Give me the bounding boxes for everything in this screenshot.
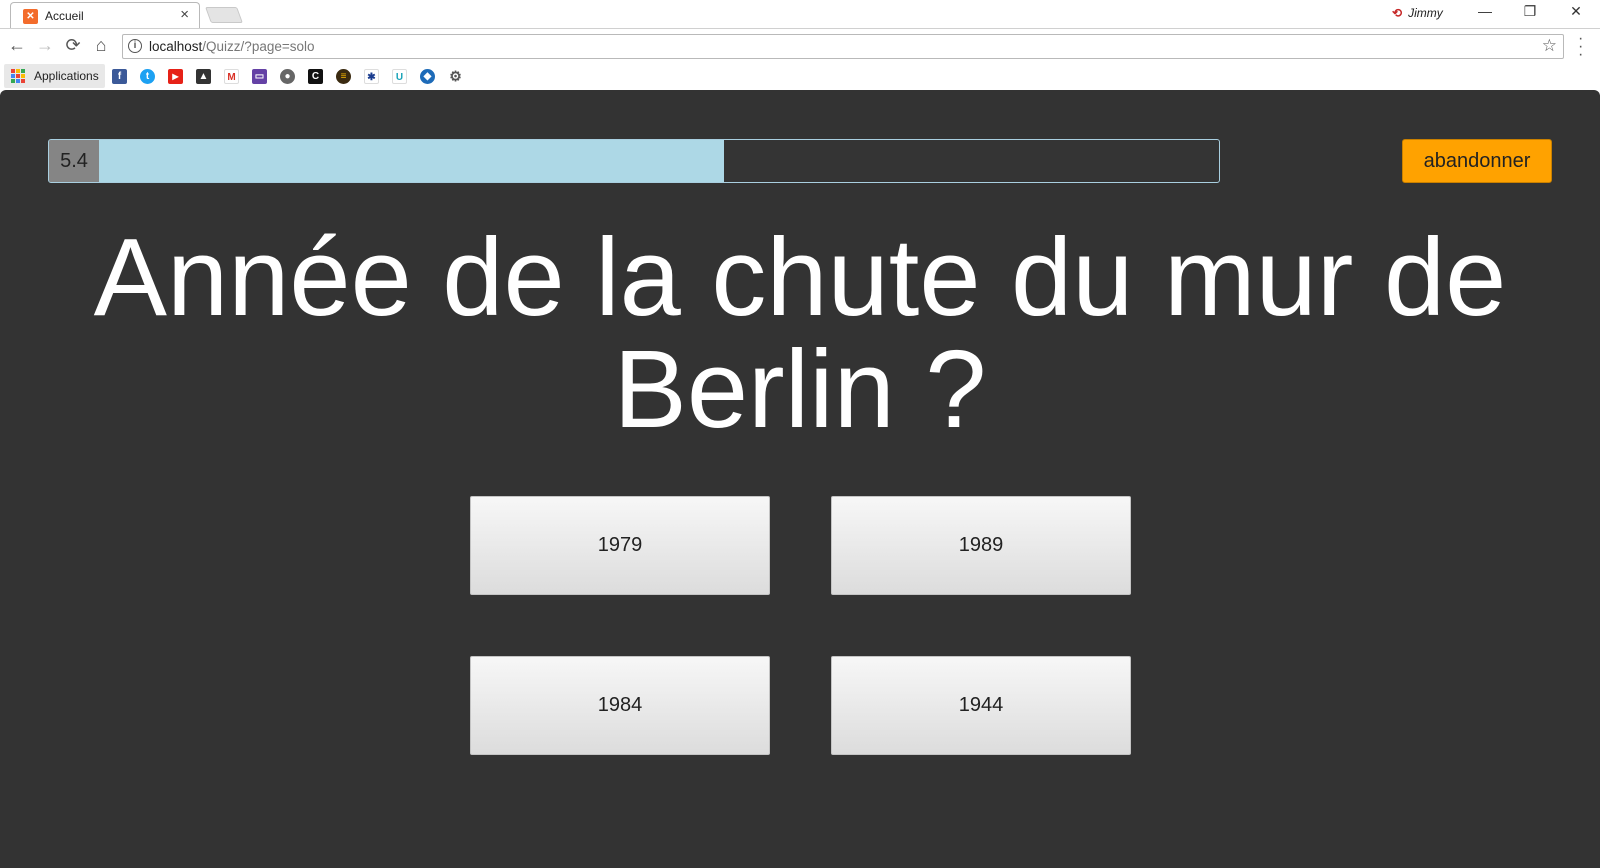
picture-icon[interactable]: ▲ <box>196 69 211 84</box>
coin-icon[interactable]: ● <box>280 69 295 84</box>
cloud-icon[interactable]: ◆ <box>420 69 435 84</box>
menu-kebab-icon[interactable]: · · · <box>1578 31 1583 63</box>
apps-grid-icon <box>11 69 25 83</box>
answer-button-4[interactable]: 1944 <box>831 656 1131 755</box>
question-text: Année de la chute du mur de Berlin ? <box>93 216 1507 451</box>
url-host: localhost <box>149 39 203 54</box>
answer-button-3[interactable]: 1984 <box>470 656 770 755</box>
profile-button[interactable]: ⟲ Jimmy <box>1392 6 1443 20</box>
people-icon[interactable]: ✱ <box>364 69 379 84</box>
browser-tab[interactable]: ✕ Accueil × <box>10 2 200 28</box>
minimize-button[interactable]: — <box>1475 3 1495 19</box>
burger-icon[interactable]: ≡ <box>336 69 351 84</box>
xampp-favicon-icon: ✕ <box>23 9 38 24</box>
new-tab-button[interactable] <box>205 7 243 23</box>
bookmark-c-icon[interactable]: C <box>308 69 323 84</box>
twitch-icon[interactable]: ▭ <box>252 69 267 84</box>
gmail-icon[interactable]: M <box>224 69 239 84</box>
bookmarks-bar: Applications f t ▶ ▲ M ▭ ● C ≡ ✱ U ◆ ⚙ <box>0 62 1600 90</box>
back-arrow-icon[interactable]: ← <box>6 34 28 56</box>
apps-label: Applications <box>34 69 99 83</box>
quiz-page: 5.4 abandonner Année de la chute du mur … <box>0 90 1600 868</box>
url-text[interactable]: localhost/Quizz/?page=solo <box>149 39 315 54</box>
home-icon[interactable]: ⌂ <box>90 34 112 56</box>
u-icon[interactable]: U <box>392 69 407 84</box>
close-window-button[interactable]: ✕ <box>1566 3 1586 20</box>
timer-progress-fill <box>49 140 725 182</box>
address-bar[interactable]: i localhost/Quizz/?page=solo ☆ <box>122 34 1564 59</box>
url-path: /Quizz/?page=solo <box>202 39 315 54</box>
tab-title: Accueil <box>45 9 84 23</box>
apps-shortcut[interactable]: Applications <box>4 64 105 88</box>
quit-button[interactable]: abandonner <box>1402 139 1552 183</box>
restore-button[interactable]: ❐ <box>1520 3 1540 20</box>
gear-icon[interactable]: ⚙ <box>448 69 463 84</box>
reload-icon[interactable]: ⟳ <box>62 34 84 56</box>
sync-error-icon: ⟲ <box>1392 6 1403 20</box>
forward-arrow-icon[interactable]: → <box>34 34 56 56</box>
info-icon[interactable]: i <box>128 39 142 53</box>
profile-name: Jimmy <box>1408 6 1443 20</box>
answer-button-1[interactable]: 1979 <box>470 496 770 595</box>
bookmark-star-icon[interactable]: ☆ <box>1542 36 1557 56</box>
browser-toolbar: ← → ⟳ ⌂ i localhost/Quizz/?page=solo ☆ ·… <box>0 28 1600 63</box>
twitter-icon[interactable]: t <box>140 69 155 84</box>
timer-bar: 5.4 <box>48 139 1220 183</box>
answer-button-2[interactable]: 1989 <box>831 496 1131 595</box>
facebook-icon[interactable]: f <box>112 69 127 84</box>
timer-value: 5.4 <box>49 140 99 182</box>
youtube-icon[interactable]: ▶ <box>168 69 183 84</box>
tab-close-icon[interactable]: × <box>180 7 189 23</box>
tab-strip: ✕ Accueil × ⟲ Jimmy — ❐ ✕ <box>0 0 1600 28</box>
